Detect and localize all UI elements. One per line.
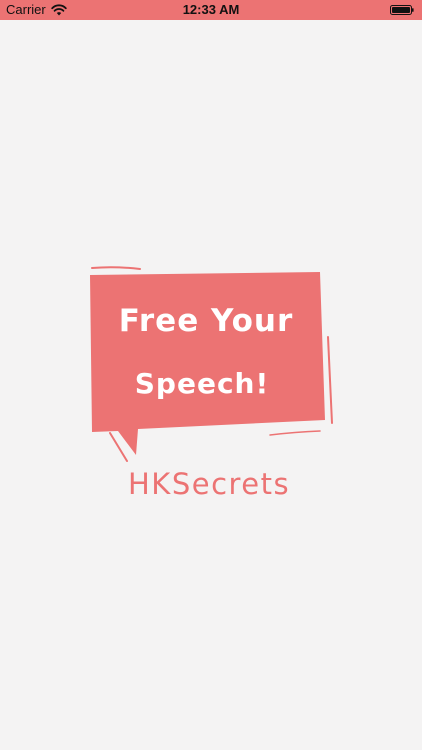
bubble-sketch-bottom-stroke xyxy=(269,430,321,436)
bubble-text-line1: Free Your xyxy=(119,303,294,339)
splash-screen: Free Your Speech! HKSecrets xyxy=(0,0,422,750)
speech-bubble xyxy=(90,272,325,455)
app-logo: Free Your Speech! HKSecrets xyxy=(90,266,333,501)
bubble-sketch-right-stroke xyxy=(327,336,333,424)
app-name: HKSecrets xyxy=(128,467,290,501)
bubble-sketch-top-stroke xyxy=(91,266,141,270)
bubble-text-line2: Speech! xyxy=(135,367,270,400)
